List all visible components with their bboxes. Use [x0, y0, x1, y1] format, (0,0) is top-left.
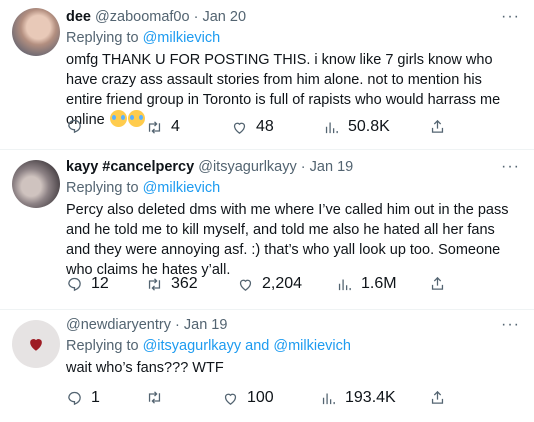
handle[interactable]: @zaboomaf0o [95, 9, 190, 25]
handle[interactable]: @itsyagurlkayy [198, 159, 297, 175]
tweet-date[interactable]: Jan 20 [202, 9, 246, 25]
share-icon [431, 119, 444, 133]
tweet-header: dee @zaboomaf0o · Jan 20 [66, 8, 520, 27]
share-button[interactable] [429, 275, 446, 292]
retweet-icon [148, 277, 161, 291]
avatar[interactable] [12, 320, 60, 368]
like-count: 48 [256, 118, 274, 135]
like-icon [224, 393, 237, 405]
separator-dot: · [300, 159, 306, 175]
retweet-count: 4 [171, 118, 180, 135]
reply-icon [68, 391, 81, 405]
reply-button[interactable]: 12 [66, 275, 109, 293]
tweet-text: omfg THANK U FOR POSTING THIS. i know li… [66, 50, 520, 130]
separator-dot: · [193, 9, 199, 25]
like-count: 2,204 [262, 275, 303, 292]
reply-button[interactable]: 1 [66, 389, 100, 407]
reply-button[interactable] [66, 118, 91, 135]
replying-label: Replying to [66, 180, 139, 196]
tweet[interactable]: ··· @newdiaryentry · Jan 19 Replying to … [0, 310, 534, 422]
replying-to: Replying to @milkievich [66, 178, 520, 198]
replying-to: Replying to @milkievich [66, 28, 520, 48]
like-icon [233, 122, 246, 134]
share-icon [431, 390, 444, 404]
like-count: 100 [247, 389, 274, 406]
views-icon [322, 393, 335, 404]
avatar[interactable] [12, 8, 60, 56]
loudly-crying-face-icon [127, 110, 145, 127]
tweet-header: kayy #cancelpercy @itsyagurlkayy · Jan 1… [66, 158, 520, 177]
like-button[interactable]: 48 [231, 118, 274, 136]
views-count: 193.4K [345, 389, 396, 406]
like-icon [239, 279, 252, 291]
share-icon [431, 276, 444, 290]
retweet-button[interactable]: 4 [146, 118, 180, 136]
views-count: 50.8K [348, 118, 390, 135]
reply-icon [68, 119, 81, 134]
avatar[interactable] [12, 160, 60, 208]
views-button[interactable]: 1.6M [336, 275, 397, 293]
display-name[interactable]: dee [66, 9, 91, 25]
views-button[interactable]: 50.8K [323, 118, 390, 136]
views-button[interactable]: 193.4K [320, 389, 396, 407]
reply-icon [68, 277, 81, 291]
retweet-button[interactable]: 362 [146, 275, 198, 293]
replying-to: Replying to @itsyagurlkayy and @milkievi… [66, 336, 520, 356]
views-count: 1.6M [361, 275, 397, 292]
heart-icon [30, 339, 42, 351]
tweet-text: wait who’s fans??? WTF [66, 360, 224, 376]
display-name[interactable]: kayy #cancelpercy [66, 159, 194, 175]
tweet[interactable]: ··· dee @zaboomaf0o · Jan 20 Replying to… [0, 0, 534, 150]
mention-link[interactable]: @milkievich [273, 338, 351, 354]
reply-count: 12 [91, 275, 109, 292]
retweet-button[interactable] [146, 389, 171, 406]
tweet-header: @newdiaryentry · Jan 19 [66, 316, 520, 335]
tweet-date[interactable]: Jan 19 [310, 159, 354, 175]
views-icon [325, 122, 338, 133]
like-button[interactable]: 2,204 [237, 275, 302, 293]
retweet-icon [148, 120, 161, 134]
tweet-text: Percy also deleted dms with me where I’v… [66, 202, 509, 278]
reply-count: 1 [91, 389, 100, 406]
like-button[interactable]: 100 [222, 389, 274, 407]
replying-join: and [245, 338, 270, 354]
retweet-count: 362 [171, 275, 198, 292]
share-button[interactable] [429, 389, 446, 406]
tweet-date[interactable]: Jan 19 [184, 317, 228, 333]
loudly-crying-face-icon [109, 110, 127, 127]
replying-label: Replying to [66, 338, 139, 354]
tweet[interactable]: ··· kayy #cancelpercy @itsyagurlkayy · J… [0, 150, 534, 310]
replying-label: Replying to [66, 30, 139, 46]
handle[interactable]: @newdiaryentry [66, 317, 171, 333]
mention-link[interactable]: @itsyagurlkayy [143, 338, 242, 354]
retweet-icon [148, 391, 161, 404]
mention-link[interactable]: @milkievich [143, 30, 221, 46]
share-button[interactable] [429, 118, 446, 135]
mention-link[interactable]: @milkievich [143, 180, 221, 196]
views-icon [338, 279, 351, 290]
separator-dot: · [175, 317, 180, 333]
